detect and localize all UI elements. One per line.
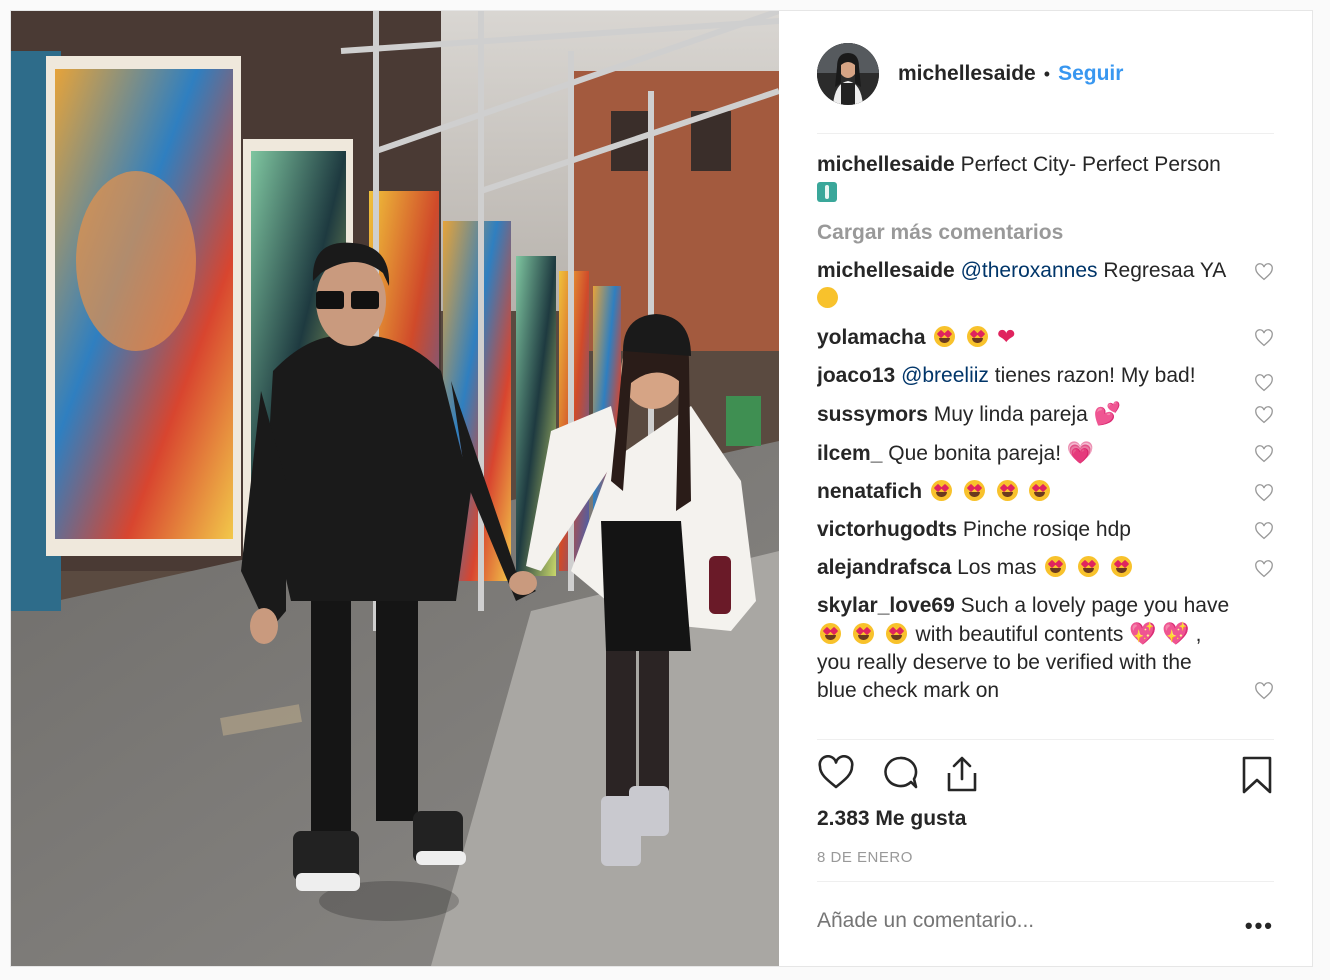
comment-text: Los mas bbox=[957, 556, 1037, 579]
post-photo[interactable] bbox=[11, 11, 779, 966]
post-header: michellesaide • Seguir bbox=[817, 43, 1123, 105]
comment-text: Muy linda pareja bbox=[933, 403, 1088, 426]
pink-heart-emoji-icon: 💗 bbox=[1066, 440, 1095, 465]
like-count[interactable]: 2.383 Me gusta bbox=[817, 807, 966, 831]
post-caption: michellesaide Perfect City- Perfect Pers… bbox=[817, 151, 1274, 207]
comment-text: Such a lovely page you have bbox=[960, 594, 1230, 617]
comment-username[interactable]: skylar_love69 bbox=[817, 594, 955, 617]
comment-item: nenatafich bbox=[817, 478, 1274, 506]
bookmark-icon[interactable] bbox=[1240, 755, 1274, 795]
caption-username[interactable]: michellesaide bbox=[817, 153, 955, 176]
follow-button[interactable]: Seguir bbox=[1058, 62, 1123, 86]
statue-of-liberty-emoji-icon bbox=[817, 182, 837, 202]
comment-text: Regresaa YA bbox=[1103, 259, 1226, 282]
comment-item: michellesaide @theroxannes Regresaa YA bbox=[817, 257, 1274, 313]
heart-eyes-emoji-icon bbox=[930, 480, 952, 501]
comment-username[interactable]: nenatafich bbox=[817, 480, 922, 503]
avatar[interactable] bbox=[817, 43, 879, 105]
like-comment-heart-icon[interactable] bbox=[1254, 560, 1274, 578]
comment-text: Que bonita pareja! bbox=[888, 442, 1062, 465]
heart-eyes-emoji-icon bbox=[885, 623, 907, 644]
header-divider bbox=[817, 133, 1274, 134]
header-username[interactable]: michellesaide bbox=[898, 62, 1036, 86]
comment-username[interactable]: victorhugodts bbox=[817, 518, 957, 541]
heart-eyes-emoji-icon bbox=[1078, 556, 1100, 577]
comment-username[interactable]: michellesaide bbox=[817, 259, 955, 282]
post-date[interactable]: 8 DE ENERO bbox=[817, 849, 913, 866]
red-heart-emoji-icon: ❤ bbox=[997, 324, 1016, 349]
like-comment-heart-icon[interactable] bbox=[1254, 329, 1274, 347]
sparkling-heart-emoji-icon: 💕 bbox=[1093, 401, 1122, 426]
actions-divider bbox=[817, 881, 1274, 882]
heart-eyes-emoji-icon bbox=[820, 623, 841, 644]
like-comment-heart-icon[interactable] bbox=[1254, 374, 1274, 392]
more-options-icon[interactable]: ••• bbox=[1245, 913, 1274, 939]
action-bar bbox=[817, 755, 1274, 799]
heart-eyes-emoji-icon bbox=[1029, 480, 1051, 501]
sparkling-heart-emoji-icon: 💖 bbox=[1162, 621, 1190, 646]
comments-list[interactable]: michellesaide Perfect City- Perfect Pers… bbox=[817, 151, 1274, 739]
heart-eyes-emoji-icon bbox=[1111, 556, 1132, 577]
comment-item: yolamacha ❤ bbox=[817, 323, 1274, 352]
comments-divider bbox=[817, 739, 1274, 740]
heart-eyes-emoji-icon bbox=[852, 623, 874, 644]
heart-eyes-emoji-icon bbox=[1045, 556, 1067, 577]
comment-username[interactable]: alejandrafsca bbox=[817, 556, 951, 579]
heart-outline-icon[interactable] bbox=[817, 755, 855, 791]
heart-eyes-emoji-icon bbox=[996, 480, 1018, 501]
kiss-face-emoji-icon bbox=[817, 287, 838, 308]
comment-username[interactable]: sussymors bbox=[817, 403, 928, 426]
post-sidebar: michellesaide • Seguir michellesaide Per… bbox=[779, 11, 1312, 966]
like-comment-heart-icon[interactable] bbox=[1254, 522, 1274, 540]
comment-mention[interactable]: @breeliiz bbox=[901, 364, 989, 387]
caption-text: Perfect City- Perfect Person bbox=[960, 153, 1221, 176]
comment-item: joaco13 @breeliiz tienes razon! My bad! bbox=[817, 362, 1274, 392]
comment-item: victorhugodts Pinche rosiqe hdp bbox=[817, 516, 1274, 544]
like-comment-heart-icon[interactable] bbox=[1254, 406, 1274, 424]
header-dot-separator: • bbox=[1043, 63, 1051, 84]
comment-username[interactable]: yolamacha bbox=[817, 326, 926, 349]
speech-bubble-icon[interactable] bbox=[881, 755, 919, 791]
comment-mention[interactable]: @theroxannes bbox=[961, 259, 1098, 282]
heart-eyes-emoji-icon bbox=[963, 480, 985, 501]
heart-eyes-emoji-icon bbox=[934, 326, 956, 347]
comment-item: sussymors Muy linda pareja 💕 bbox=[817, 400, 1274, 429]
like-comment-heart-icon[interactable] bbox=[1254, 263, 1274, 281]
comment-username[interactable]: joaco13 bbox=[817, 364, 895, 387]
add-comment-input[interactable] bbox=[817, 909, 1237, 933]
comment-username[interactable]: ilcem_ bbox=[817, 442, 882, 465]
comment-text: Pinche rosiqe hdp bbox=[962, 518, 1131, 541]
like-comment-heart-icon[interactable] bbox=[1254, 445, 1274, 463]
post-card: michellesaide • Seguir michellesaide Per… bbox=[10, 10, 1313, 967]
post-photo-image bbox=[11, 11, 779, 966]
like-comment-heart-icon[interactable] bbox=[1254, 484, 1274, 502]
load-more-comments-button[interactable]: Cargar más comentarios bbox=[817, 219, 1274, 247]
share-upload-icon[interactable] bbox=[943, 755, 981, 793]
heart-eyes-emoji-icon bbox=[967, 326, 989, 347]
avatar-image bbox=[817, 43, 879, 105]
comment-item: alejandrafsca Los mas bbox=[817, 554, 1274, 582]
sparkling-heart-emoji-icon: 💖 bbox=[1129, 621, 1157, 646]
comment-item: skylar_love69 Such a lovely page you hav… bbox=[817, 592, 1274, 705]
like-comment-heart-icon[interactable] bbox=[1254, 682, 1274, 700]
comment-text: tienes razon! My bad! bbox=[994, 364, 1196, 387]
comment-text: with beautiful contents bbox=[915, 623, 1124, 646]
comment-item: ilcem_ Que bonita pareja! 💗 bbox=[817, 439, 1274, 468]
